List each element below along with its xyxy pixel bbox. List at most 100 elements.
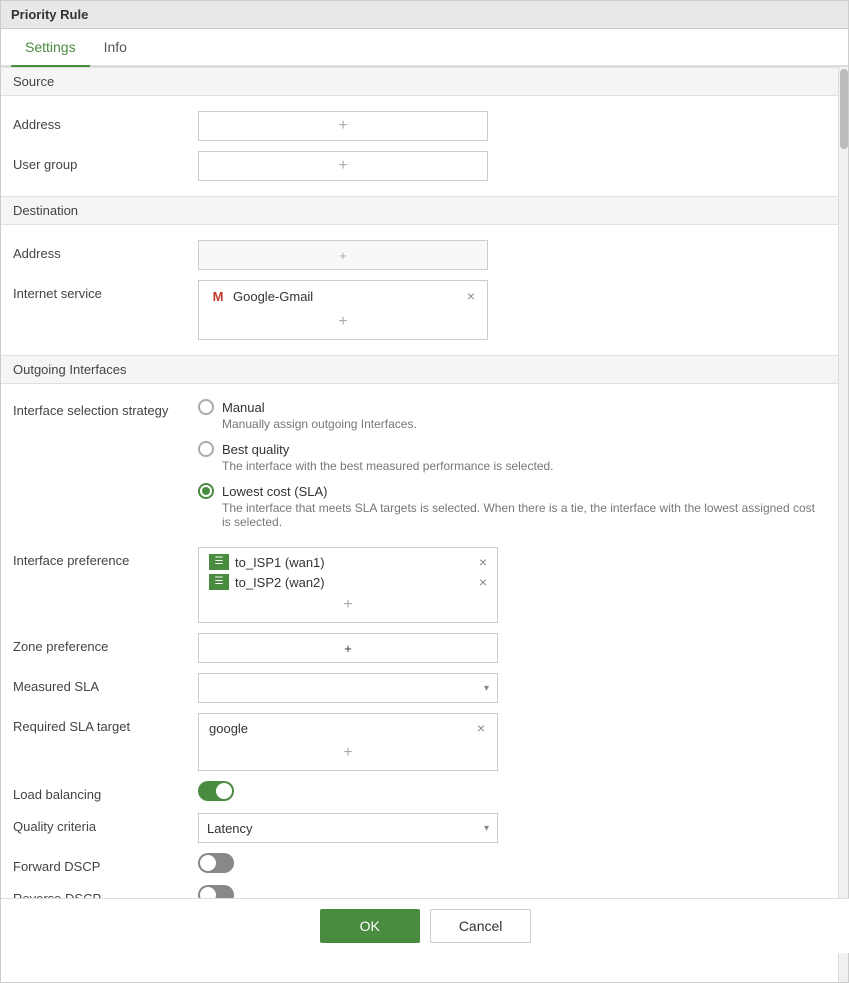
source-address-control: + [198,111,826,141]
zone-preference-input[interactable]: + [198,633,498,663]
strategy-bestquality-desc: The interface with the best measured per… [222,459,826,473]
internet-service-value: Google-Gmail [233,289,465,304]
strategy-bestquality-label[interactable]: Best quality [198,441,826,457]
interface-isp1-remove-icon[interactable]: × [479,554,487,570]
scrollbar-area: Source Address + User group [1,67,848,982]
internet-service-label: Internet service [13,280,198,301]
internet-service-add-row: + [205,309,481,335]
internet-service-tag: M Google-Gmail × [205,285,481,307]
load-balancing-toggle[interactable] [198,781,234,801]
quality-criteria-label: Quality criteria [13,813,198,834]
main-content: Source Address + User group [1,67,838,982]
source-address-input[interactable]: + [198,111,488,141]
zone-preference-row: Zone preference + [13,628,826,668]
title-bar: Priority Rule [1,1,848,29]
section-source: Source [1,67,838,96]
isp2-icon: ☰ [209,574,229,590]
source-address-label: Address [13,111,198,132]
internet-service-remove-icon[interactable]: × [465,288,477,304]
strategy-lowestcost-radio[interactable] [198,483,214,499]
interface-add-button[interactable]: + [335,596,360,614]
source-usergroup-input[interactable]: + [198,151,488,181]
interface-isp1-row: ☰ to_ISP1 (wan1) × [205,552,491,572]
zone-preference-plus-icon: + [344,641,352,656]
measured-sla-control: ▾ [198,673,826,703]
strategy-lowestcost-label[interactable]: Lowest cost (SLA) [198,483,826,499]
section-destination: Destination [1,196,838,225]
forward-dscp-control [198,853,826,873]
forward-dscp-toggle[interactable] [198,853,234,873]
source-usergroup-plus-icon: + [338,157,347,175]
tab-bar: Settings Info [1,29,848,67]
gmail-icon: M [209,287,227,305]
interface-preference-row: Interface preference ☰ to_ISP1 (wan1) × … [13,542,826,628]
internet-service-row: Internet service M Google-Gmail × + [13,275,826,345]
forward-dscp-label: Forward DSCP [13,853,198,874]
required-sla-tag: google × [205,718,491,738]
interface-preference-box: ☰ to_ISP1 (wan1) × ☰ to_ISP2 (wan2) × [198,547,498,623]
required-sla-box: google × + [198,713,498,771]
measured-sla-label: Measured SLA [13,673,198,694]
strategy-radio-group: Manual Manually assign outgoing Interfac… [198,399,826,529]
interface-isp2-label: to_ISP2 (wan2) [235,575,325,590]
interface-preference-label: Interface preference [13,547,198,568]
tab-settings[interactable]: Settings [11,29,90,67]
destination-address-plus-icon: + [339,248,347,263]
load-balancing-row: Load balancing [13,776,826,808]
measured-sla-arrow-icon: ▾ [484,683,489,694]
source-form: Address + User group + [1,96,838,196]
measured-sla-row: Measured SLA ▾ [13,668,826,708]
footer: OK Cancel [1,898,849,953]
measured-sla-dropdown[interactable]: ▾ [198,673,498,703]
destination-address-control: + [198,240,826,270]
zone-preference-control: + [198,633,826,663]
source-address-plus-icon: + [338,117,347,135]
strategy-manual-radio[interactable] [198,399,214,415]
priority-rule-window: Priority Rule Settings Info Source Addre… [0,0,849,983]
isp1-icon: ☰ [209,554,229,570]
strategy-lowestcost-desc: The interface that meets SLA targets is … [222,501,826,529]
required-sla-control: google × + [198,713,826,771]
source-usergroup-control: + [198,151,826,181]
destination-address-input[interactable]: + [198,240,488,270]
destination-form: Address + Internet service M [1,225,838,355]
content-area: Source Address + User group [1,67,838,982]
strategy-lowestcost-option: Lowest cost (SLA) The interface that mee… [198,483,826,529]
source-usergroup-row: User group + [13,146,826,186]
scrollbar-thumb[interactable] [840,69,848,149]
required-sla-remove-icon[interactable]: × [475,720,487,736]
forward-dscp-row: Forward DSCP [13,848,826,880]
interface-isp1-label: to_ISP1 (wan1) [235,555,325,570]
interface-isp2-remove-icon[interactable]: × [479,574,487,590]
strategy-manual-option: Manual Manually assign outgoing Interfac… [198,399,826,431]
quality-criteria-row: Quality criteria Latency ▾ [13,808,826,848]
source-address-row: Address + [13,106,826,146]
strategy-lowestcost-text: Lowest cost (SLA) [222,484,328,499]
ok-button[interactable]: OK [320,909,420,943]
load-balancing-label: Load balancing [13,781,198,802]
internet-service-control: M Google-Gmail × + [198,280,826,340]
strategy-row: Interface selection strategy Manual Manu… [13,394,826,534]
destination-address-row: Address + [13,235,826,275]
required-sla-add-button[interactable]: + [335,744,360,762]
zone-preference-label: Zone preference [13,633,198,654]
interface-add-row: + [205,592,491,618]
outgoing-form: Interface selection strategy Manual Manu… [1,384,838,922]
load-balancing-control [198,781,826,801]
quality-criteria-control: Latency ▾ [198,813,826,843]
internet-service-add-button[interactable]: + [330,313,355,331]
internet-service-tagbox: M Google-Gmail × + [198,280,488,340]
required-sla-add-row: + [205,740,491,766]
quality-criteria-dropdown[interactable]: Latency ▾ [198,813,498,843]
source-usergroup-label: User group [13,151,198,172]
strategy-bestquality-radio[interactable] [198,441,214,457]
required-sla-row: Required SLA target google × + [13,708,826,776]
scrollbar[interactable] [838,67,848,982]
tab-info[interactable]: Info [90,29,141,67]
cancel-button[interactable]: Cancel [430,909,532,943]
strategy-manual-label[interactable]: Manual [198,399,826,415]
required-sla-value: google [209,721,475,736]
quality-criteria-value: Latency [207,821,253,836]
strategy-control: Manual Manually assign outgoing Interfac… [198,399,826,529]
window-title: Priority Rule [11,7,88,22]
